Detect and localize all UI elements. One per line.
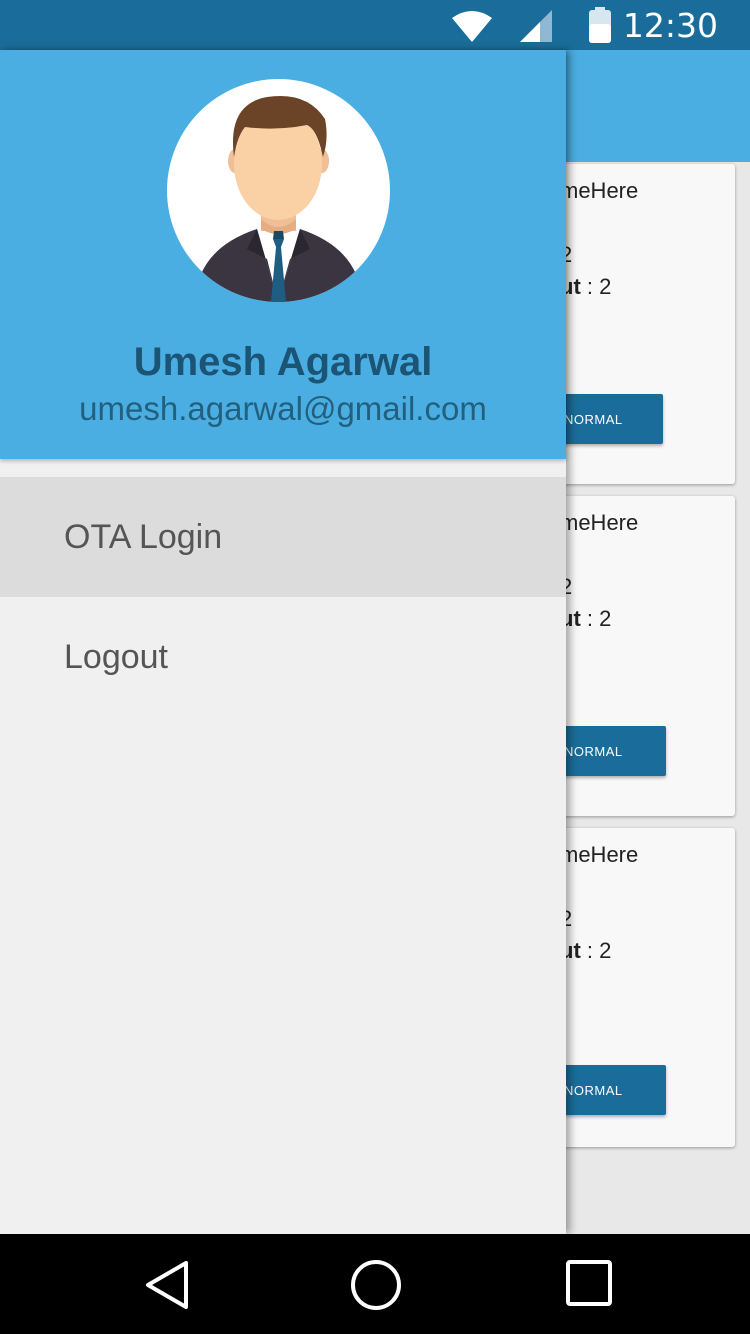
navigation-bar: [0, 1234, 750, 1334]
recents-icon[interactable]: [565, 1259, 613, 1307]
signal-icon: [520, 10, 552, 42]
menu-item-ota-login[interactable]: OTA Login: [0, 477, 566, 597]
card-name: meHere: [560, 510, 639, 535]
battery-icon: [589, 7, 611, 43]
navigation-drawer: Umesh Agarwal umesh.agarwal@gmail.com OT…: [0, 50, 566, 1234]
list-item[interactable]: meHere 2 ut : 2 NORMAL: [540, 828, 735, 1147]
drawer-header: Umesh Agarwal umesh.agarwal@gmail.com: [0, 50, 566, 459]
list-item[interactable]: meHere 2 ut : 2 NORMAL: [540, 164, 735, 484]
wifi-icon: [452, 11, 492, 42]
user-name: Umesh Agarwal: [133, 340, 433, 384]
back-icon[interactable]: [142, 1259, 192, 1311]
user-email: umesh.agarwal@gmail.com: [79, 390, 487, 427]
card-out: ut : 2: [560, 606, 612, 631]
card-out: ut : 2: [560, 938, 612, 963]
avatar[interactable]: [167, 79, 390, 302]
card-name: meHere: [560, 178, 639, 203]
card-name: meHere: [560, 842, 639, 867]
status-time: 12:30: [622, 6, 718, 45]
avatar-person-icon: [195, 95, 362, 302]
list-item[interactable]: meHere 2 ut : 2 NORMAL: [540, 496, 735, 816]
card-out: ut : 2: [560, 274, 612, 299]
status-bar: 12:30: [0, 0, 750, 50]
home-icon[interactable]: [350, 1259, 402, 1311]
menu-item-logout[interactable]: Logout: [0, 597, 566, 717]
